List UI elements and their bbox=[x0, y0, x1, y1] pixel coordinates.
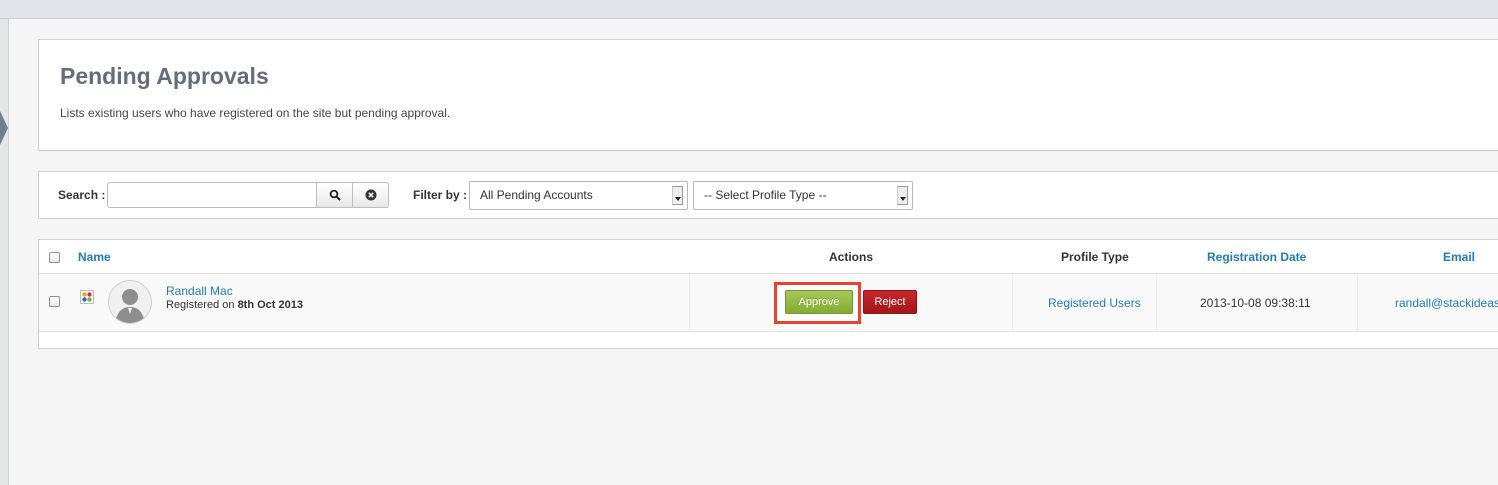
profile-type-select-value: -- Select Profile Type -- bbox=[704, 188, 827, 202]
user-silhouette-icon bbox=[115, 289, 145, 323]
profile-type-select[interactable]: -- Select Profile Type -- bbox=[693, 181, 913, 210]
magnifier-icon bbox=[329, 189, 341, 201]
reject-button[interactable]: Reject bbox=[863, 290, 917, 314]
column-header-profile-type: Profile Type bbox=[1061, 250, 1129, 264]
filter-label: Filter by : bbox=[413, 188, 468, 202]
approve-button[interactable]: Approve bbox=[785, 290, 853, 314]
registered-date: 8th Oct 2013 bbox=[237, 299, 303, 311]
clear-circle-x-icon bbox=[365, 189, 376, 201]
top-bar bbox=[0, 0, 1498, 19]
row-checkbox[interactable] bbox=[49, 296, 60, 307]
chevron-down-icon bbox=[672, 186, 683, 205]
search-label: Search : bbox=[58, 188, 106, 202]
chevron-down-icon bbox=[897, 186, 908, 205]
sidebar-toggle-arrow-icon[interactable] bbox=[0, 111, 8, 145]
select-all-checkbox[interactable] bbox=[49, 252, 60, 263]
page-description: Lists existing users who have registered… bbox=[60, 106, 451, 120]
email-link[interactable]: randall@stackideas bbox=[1395, 296, 1498, 310]
column-header-actions: Actions bbox=[829, 250, 874, 264]
filter-toolbar: Search : Filter by : All Pending Account… bbox=[38, 171, 1498, 219]
pending-accounts-select[interactable]: All Pending Accounts bbox=[469, 181, 688, 210]
user-registered-info: Registered on 8th Oct 2013 bbox=[166, 299, 303, 311]
user-name-link[interactable]: Randall Mac bbox=[166, 284, 233, 298]
pending-users-table: Name Actions Profile Type Registration D… bbox=[38, 239, 1498, 349]
search-button[interactable] bbox=[317, 182, 353, 208]
left-sidebar-edge bbox=[0, 19, 9, 485]
column-header-email[interactable]: Email bbox=[1443, 250, 1475, 264]
profile-type-link[interactable]: Registered Users bbox=[1048, 296, 1141, 310]
table-row: Randall Mac Registered on 8th Oct 2013 A… bbox=[39, 274, 1498, 332]
clear-search-button[interactable] bbox=[353, 182, 389, 208]
page-title: Pending Approvals bbox=[60, 63, 269, 89]
registration-date-value: 2013-10-08 09:38:11 bbox=[1200, 296, 1311, 310]
search-input[interactable] bbox=[107, 182, 317, 208]
joomla-user-icon bbox=[80, 290, 94, 304]
pending-accounts-select-value: All Pending Accounts bbox=[480, 188, 593, 202]
table-header: Name Actions Profile Type Registration D… bbox=[39, 240, 1498, 274]
column-header-registration-date[interactable]: Registration Date bbox=[1207, 250, 1306, 264]
page-header-panel: Pending Approvals Lists existing users w… bbox=[38, 39, 1498, 151]
registered-prefix: Registered on bbox=[166, 299, 235, 311]
avatar[interactable] bbox=[108, 280, 152, 324]
column-header-name[interactable]: Name bbox=[78, 250, 111, 264]
